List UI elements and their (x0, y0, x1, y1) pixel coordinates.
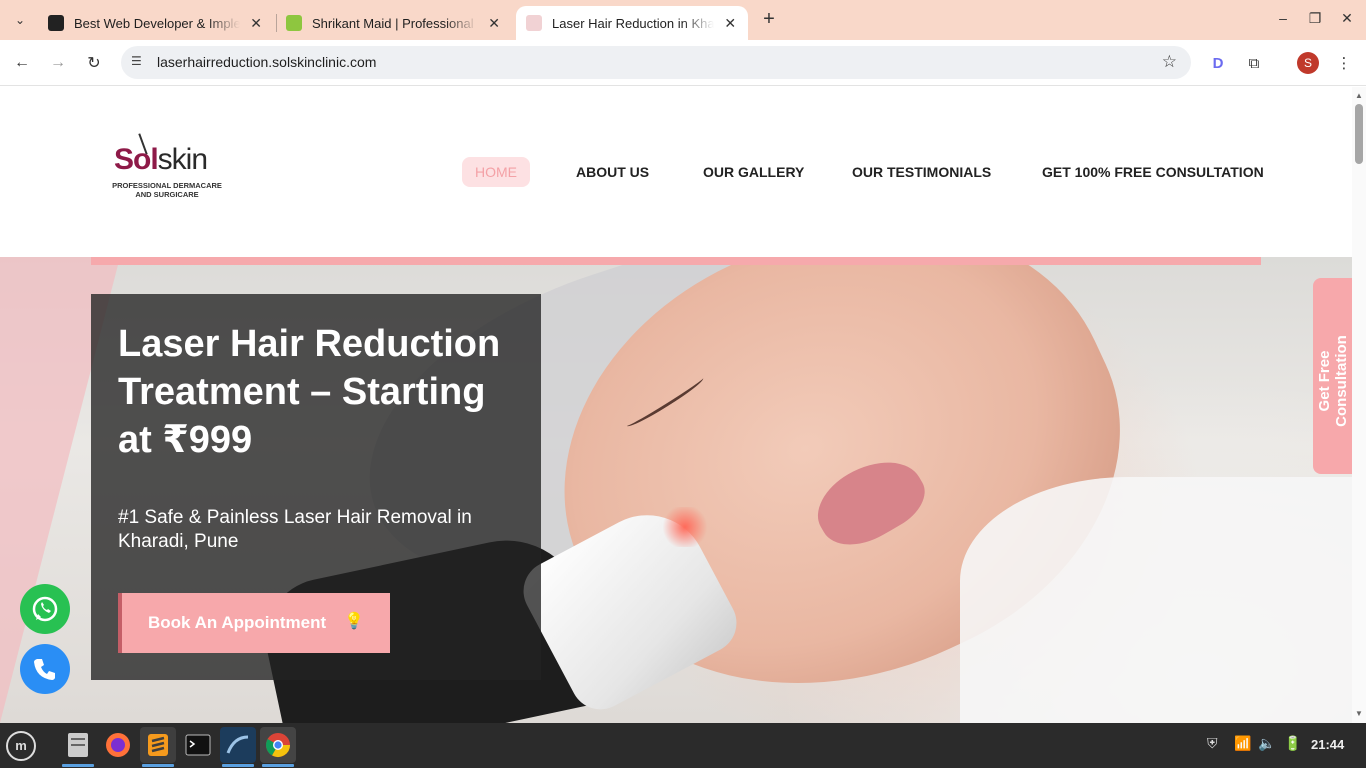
site-header: Solskin PROFESSIONAL DERMACARE AND SURGI… (0, 87, 1352, 257)
address-bar[interactable]: ☰ laserhairreduction.solskinclinic.com ☆ (121, 46, 1191, 79)
tab-shrikant-maid[interactable]: Shrikant Maid | Professional ✕ (276, 6, 512, 40)
shield-icon[interactable]: ⛨ (1207, 735, 1218, 752)
bookmark-star-icon[interactable]: ☆ (1162, 52, 1177, 72)
back-arrow-icon[interactable]: ← (9, 50, 35, 76)
nav-free-consultation[interactable]: GET 100% FREE CONSULTATION (1042, 157, 1264, 187)
new-tab-button[interactable]: + (758, 8, 780, 32)
close-window-icon[interactable]: ✕ (1337, 10, 1357, 27)
profile-avatar[interactable]: S (1297, 52, 1319, 74)
nav-our-testimonials[interactable]: OUR TESTIMONIALS (852, 157, 991, 187)
side-free-consultation-tab[interactable]: Get Free Consultation (1313, 278, 1352, 474)
book-appointment-button[interactable]: Book An Appointment 💡 (118, 593, 390, 653)
book-appointment-label: Book An Appointment (148, 613, 327, 632)
whatsapp-button[interactable] (20, 584, 70, 634)
site-favicon-icon (48, 15, 64, 31)
site-favicon-icon (526, 15, 542, 31)
whatsapp-icon (32, 596, 58, 622)
hero-image-laser-glow (660, 507, 710, 547)
clock[interactable]: 21:44 (1311, 737, 1344, 752)
volume-icon[interactable]: 🔈 (1258, 735, 1275, 752)
extensions-puzzle-icon[interactable]: ⧉ (1243, 52, 1265, 74)
site-favicon-icon (286, 15, 302, 31)
phone-icon (34, 659, 55, 680)
wifi-icon[interactable]: 📶 (1234, 735, 1251, 752)
reload-icon[interactable]: ↻ (81, 50, 107, 76)
solskin-logo[interactable]: Solskin PROFESSIONAL DERMACARE AND SURGI… (104, 133, 234, 203)
hero-subtitle: #1 Safe & Painless Laser Hair Removal in… (118, 507, 472, 552)
mint-menu-icon[interactable]: m (6, 731, 36, 761)
tab-search-chevron-icon[interactable]: ⌄ (8, 8, 32, 32)
page-scrollbar[interactable]: ▲ ▼ (1352, 87, 1366, 723)
header-accent-bar (91, 257, 1261, 265)
browser-toolbar: ← → ↻ ☰ laserhairreduction.solskinclinic… (0, 40, 1366, 86)
side-cta-label: Get Free Consultation (1316, 335, 1350, 427)
tab-strip: ⌄ Best Web Developer & Imple ✕ Shrikant … (0, 0, 1366, 40)
terminal-icon[interactable] (180, 727, 216, 763)
lightbulb-icon: 💡 (344, 613, 364, 630)
active-app-indicator (62, 764, 94, 767)
extension-d-icon[interactable]: D (1207, 52, 1229, 74)
call-button[interactable] (20, 644, 70, 694)
nav-home[interactable]: HOME (462, 157, 530, 187)
mysql-workbench-icon[interactable] (220, 727, 256, 767)
close-tab-icon[interactable]: ✕ (248, 15, 264, 32)
logo-brand-sol: Sol (114, 143, 159, 176)
logo-brand-skin: skin (157, 143, 208, 176)
close-tab-icon[interactable]: ✕ (722, 15, 738, 32)
nav-about-us[interactable]: ABOUT US (576, 157, 649, 187)
close-tab-icon[interactable]: ✕ (486, 15, 502, 32)
restore-icon[interactable]: ❐ (1305, 10, 1325, 27)
hero-text-card: Laser Hair Reduction Treatment – Startin… (91, 294, 541, 680)
tab-best-web-developer[interactable]: Best Web Developer & Imple ✕ (38, 6, 274, 40)
sublime-text-icon[interactable] (140, 727, 176, 767)
menu-kebab-icon[interactable]: ⋮ (1333, 52, 1355, 74)
hero-title: Laser Hair Reduction Treatment – Startin… (118, 323, 501, 461)
os-taskbar: m ⛨ 📶 🔈 🔋 21:44 (0, 723, 1366, 768)
hero-image-towel (960, 477, 1352, 723)
site-info-icon[interactable]: ☰ (131, 54, 149, 72)
tab-laser-hair-reduction[interactable]: Laser Hair Reduction in Khar ✕ (516, 6, 748, 40)
active-app-indicator (262, 764, 294, 767)
chrome-icon[interactable] (260, 727, 296, 767)
scroll-up-icon[interactable]: ▲ (1355, 91, 1363, 100)
minimize-icon[interactable]: – (1273, 10, 1293, 26)
scrollbar-thumb[interactable] (1355, 104, 1363, 164)
url-text[interactable]: laserhairreduction.solskinclinic.com (157, 54, 376, 70)
active-app-indicator (142, 764, 174, 767)
web-page: Solskin PROFESSIONAL DERMACARE AND SURGI… (0, 87, 1352, 723)
logo-tagline: PROFESSIONAL DERMACARE AND SURGICARE (112, 181, 222, 199)
nav-our-gallery[interactable]: OUR GALLERY (703, 157, 804, 187)
forward-arrow-icon[interactable]: → (45, 50, 71, 76)
file-manager-icon[interactable] (60, 727, 96, 767)
battery-icon[interactable]: 🔋 (1284, 735, 1301, 752)
firefox-icon[interactable] (100, 727, 136, 763)
active-app-indicator (222, 764, 254, 767)
scroll-down-icon[interactable]: ▼ (1355, 709, 1363, 718)
